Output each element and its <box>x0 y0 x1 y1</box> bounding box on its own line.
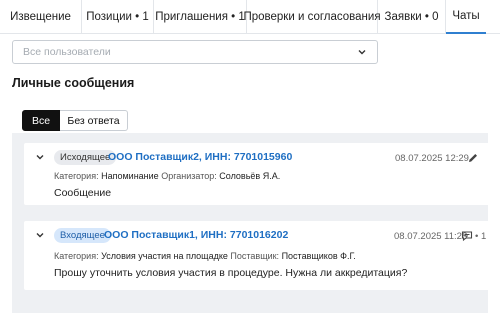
pencil-icon[interactable] <box>467 152 479 164</box>
filter-all-button[interactable]: Все <box>22 110 60 131</box>
category-label: Категория: <box>54 251 99 261</box>
person-label: Организатор: <box>161 171 217 181</box>
person-value: Поставщиков Ф.Г. <box>281 251 356 261</box>
category-value: Условия участия на площадке <box>101 251 228 261</box>
message-meta: Категория: Условия участия на площадке П… <box>54 251 356 261</box>
message-filter: Все Без ответа <box>22 110 128 131</box>
message-meta: Категория: Напоминание Организатор: Соло… <box>54 171 280 181</box>
tab-notice[interactable]: Извещение <box>0 0 82 34</box>
tab-positions[interactable]: Позиции • 1 <box>82 0 154 34</box>
org-link[interactable]: ООО Поставщик2, ИНН: 7701015960 <box>108 151 292 163</box>
message-text: Прошу уточнить условия участия в процеду… <box>54 267 408 279</box>
tab-invitations[interactable]: Приглашения • 1 <box>154 0 247 34</box>
tab-checks-approvals[interactable]: Проверки и согласования <box>243 0 381 34</box>
person-label: Поставщик: <box>230 251 280 261</box>
message-card: Входящее ООО Поставщик1, ИНН: 7701016202… <box>24 221 490 290</box>
users-select[interactable]: Все пользователи <box>12 40 378 64</box>
reply-count: • 1 <box>475 231 487 242</box>
person-value: Соловьёв Я.А. <box>219 171 281 181</box>
tab-bar: Извещение Позиции • 1 Приглашения • 1 Пр… <box>0 0 500 34</box>
chevron-down-icon[interactable] <box>35 230 45 240</box>
section-title: Личные сообщения <box>12 76 135 90</box>
direction-badge: Исходящее <box>54 150 117 165</box>
direction-badge: Входящее <box>54 228 111 243</box>
message-datetime: 08.07.2025 11:28 <box>394 231 468 242</box>
category-value: Напоминание <box>101 171 159 181</box>
chevron-down-icon[interactable] <box>35 152 45 162</box>
org-link[interactable]: ООО Поставщик1, ИНН: 7701016202 <box>104 229 288 241</box>
message-datetime: 08.07.2025 12:29 <box>395 153 469 164</box>
filter-unanswered-button[interactable]: Без ответа <box>60 110 128 131</box>
users-select-placeholder: Все пользователи <box>23 46 111 58</box>
message-text: Сообщение <box>54 187 112 199</box>
category-label: Категория: <box>54 171 99 181</box>
tab-chats[interactable]: Чаты <box>446 0 486 34</box>
message-card: Исходящее ООО Поставщик2, ИНН: 770101596… <box>24 143 490 205</box>
tab-applications[interactable]: Заявки • 0 <box>378 0 446 34</box>
chevron-down-icon <box>357 47 367 57</box>
comment-icon[interactable] <box>461 230 473 242</box>
